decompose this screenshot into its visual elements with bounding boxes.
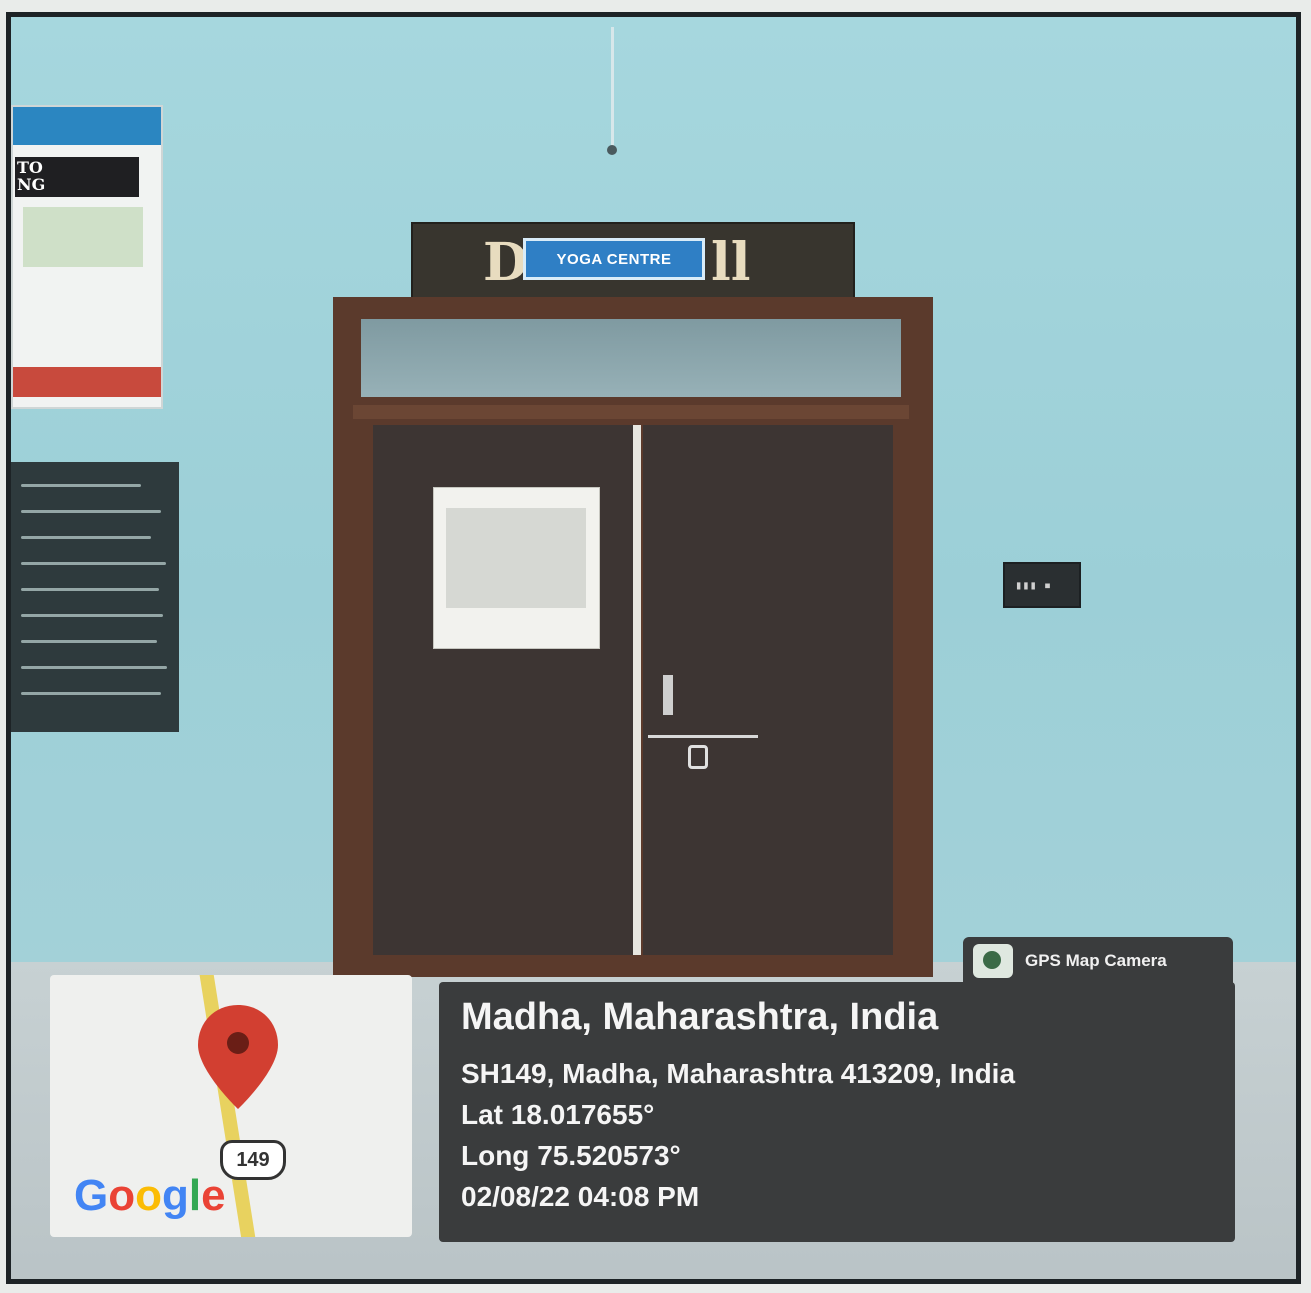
lock-icon — [688, 745, 708, 769]
map-pin-icon — [198, 1005, 278, 1109]
door — [333, 297, 933, 977]
notice-board — [11, 462, 179, 732]
sign-letters-right: ll — [711, 232, 751, 293]
location-title: Madha, Maharashtra, India — [461, 996, 939, 1038]
switch-board: ▮▮▮ ▪ — [1003, 562, 1081, 608]
door-notice — [433, 487, 600, 649]
route-shield-icon: 149 — [220, 1140, 286, 1180]
sign-letter-left: D — [483, 232, 529, 293]
door-transom — [361, 319, 901, 397]
address-line: SH149, Madha, Maharashtra 413209, India — [461, 1058, 1016, 1089]
location-info-card: Madha, Maharashtra, India SH149, Madha, … — [439, 982, 1235, 1242]
door-handle — [663, 675, 673, 715]
timestamp: 02/08/22 04:08 PM — [461, 1181, 700, 1212]
camera-app-icon — [973, 944, 1013, 978]
wire — [611, 27, 614, 147]
longitude: Long 75.520573° — [461, 1140, 681, 1171]
app-name: GPS Map Camera — [1025, 951, 1167, 970]
yoga-centre-label: YOGA CENTRE — [523, 238, 705, 280]
latitude: Lat 18.017655° — [461, 1099, 655, 1130]
map-thumbnail: 149 Google — [50, 975, 412, 1237]
door-signboard: D YOGA CENTRE ll — [411, 222, 855, 304]
wire-fixture — [607, 145, 617, 155]
app-badge: GPS Map Camera — [963, 937, 1233, 985]
poster-text: TO NG — [17, 158, 46, 194]
wall-poster: TO NG — [11, 105, 163, 409]
google-logo: Google — [74, 1171, 226, 1220]
door-leaf-right — [643, 425, 893, 955]
